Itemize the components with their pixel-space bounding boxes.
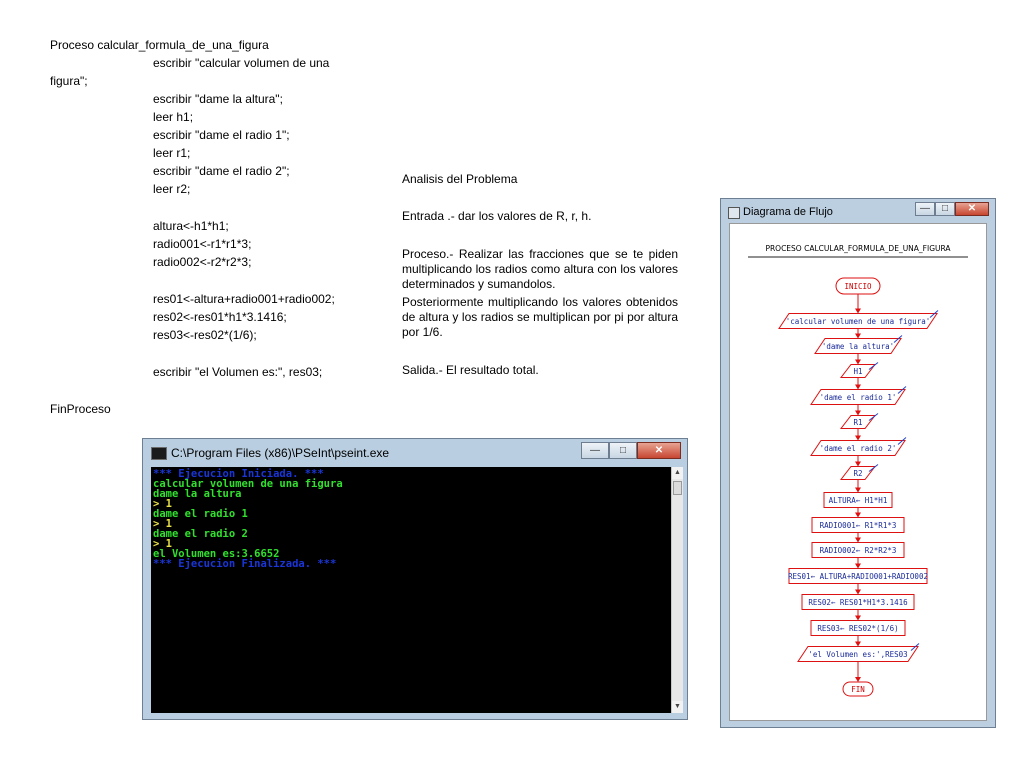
flow-node-label: RADIO001← R1*R1*3 xyxy=(820,521,897,530)
maximize-button[interactable]: □ xyxy=(935,202,955,216)
flow-arrow-head xyxy=(855,308,861,314)
flow-arrow-head xyxy=(855,563,861,569)
flow-node-label: 'calcular volumen de una figura' xyxy=(786,317,931,326)
code-line: Proceso calcular_formula_de_una_figura xyxy=(50,38,269,52)
flow-node-label: 'dame el radio 2' xyxy=(820,444,897,453)
flow-arrow-head xyxy=(855,512,861,518)
code-line: escribir "dame la altura"; xyxy=(153,92,283,106)
scroll-thumb[interactable] xyxy=(673,481,682,495)
flow-arrow-head xyxy=(855,677,861,682)
code-line: leer h1; xyxy=(153,110,194,124)
analysis-heading: Analisis del Problema xyxy=(402,172,518,186)
flowchart-diagram: PROCESO CALCULAR_FORMULA_DE_UNA_FIGURA IN… xyxy=(748,244,968,697)
analysis-further: Posteriormente multiplicando los valores… xyxy=(402,295,678,339)
code-line: FinProceso xyxy=(50,402,111,416)
flow-node-label: RES03← RES02*(1/6) xyxy=(817,624,898,633)
console-output[interactable]: *** Ejecucion Iniciada. *** calcular vol… xyxy=(151,467,671,713)
flow-node-label: 'dame el radio 1' xyxy=(820,393,897,402)
flow-arrow-head xyxy=(855,641,861,647)
console-app-icon xyxy=(151,447,167,460)
close-button[interactable]: ✕ xyxy=(637,442,681,459)
code-line: escribir "dame el radio 2"; xyxy=(153,164,290,178)
code-line: altura<-h1*h1; xyxy=(153,219,229,233)
code-line: escribir "calcular volumen de una xyxy=(153,56,330,70)
minimize-button[interactable]: — xyxy=(915,202,935,216)
flow-arrow-head xyxy=(855,589,861,595)
flow-arrow-head xyxy=(855,435,861,441)
flow-node-label: 'el Volumen es:',RES03 xyxy=(808,650,907,659)
flow-node-label: INICIO xyxy=(844,282,872,291)
console-titlebar[interactable]: C:\Program Files (x86)\PSeInt\pseint.exe… xyxy=(143,439,687,467)
analysis-input: Entrada .- dar los valores de R, r, h. xyxy=(402,209,592,223)
flow-arrow-head xyxy=(855,461,861,467)
flow-node-label: RES01← ALTURA+RADIO001+RADIO002 xyxy=(788,572,928,581)
minimize-button[interactable]: — xyxy=(581,442,609,459)
code-line: res03<-res02*(1/6); xyxy=(153,328,257,342)
flow-arrow-head xyxy=(855,410,861,416)
scroll-up-icon[interactable]: ▲ xyxy=(672,467,683,479)
flow-node-label: R2 xyxy=(853,469,862,478)
diagram-title: PROCESO CALCULAR_FORMULA_DE_UNA_FIGURA xyxy=(765,244,951,253)
code-line: figura"; xyxy=(50,74,88,88)
code-line: escribir "dame el radio 1"; xyxy=(153,128,290,142)
console-line: *** Ejecucion Finalizada. *** xyxy=(153,558,337,570)
flow-node-label: 'dame la altura' xyxy=(822,342,894,351)
flow-arrow-head xyxy=(855,384,861,390)
analysis-process: Proceso.- Realizar las fracciones que se… xyxy=(402,247,678,291)
scroll-down-icon[interactable]: ▼ xyxy=(672,701,683,713)
flow-node-label: RADIO002← R2*R2*3 xyxy=(820,546,897,555)
maximize-button[interactable]: □ xyxy=(609,442,637,459)
flow-node-label: RES02← RES01*H1*3.1416 xyxy=(808,598,908,607)
flow-node-label: ALTURA← H1*H1 xyxy=(829,496,888,505)
flow-arrow-head xyxy=(855,487,861,493)
code-line: res01<-altura+radio001+radio002; xyxy=(153,292,335,306)
console-title: C:\Program Files (x86)\PSeInt\pseint.exe xyxy=(171,446,390,460)
flow-arrow-head xyxy=(855,615,861,621)
analysis-output: Salida.- El resultado total. xyxy=(402,363,539,377)
flowchart-app-icon xyxy=(728,207,740,219)
console-scrollbar[interactable]: ▲ ▼ xyxy=(671,467,683,713)
code-line: leer r1; xyxy=(153,146,191,160)
flow-node-label: R1 xyxy=(853,418,862,427)
code-line: radio001<-r1*r1*3; xyxy=(153,237,252,251)
flow-arrow-head xyxy=(855,537,861,543)
console-window: C:\Program Files (x86)\PSeInt\pseint.exe… xyxy=(142,438,688,720)
flow-node-label: H1 xyxy=(853,367,862,376)
code-line: escribir "el Volumen es:", res03; xyxy=(153,365,323,379)
close-button[interactable]: ✕ xyxy=(955,202,989,216)
flow-arrow-head xyxy=(855,359,861,365)
flow-arrow-head xyxy=(855,333,861,339)
flowchart-canvas: PROCESO CALCULAR_FORMULA_DE_UNA_FIGURA IN… xyxy=(729,223,987,721)
code-line: res02<-res01*h1*3.1416; xyxy=(153,310,287,324)
flowchart-window-title: Diagrama de Flujo xyxy=(743,206,833,218)
flow-node-label: FIN xyxy=(851,685,865,694)
flowchart-window: Diagrama de Flujo — □ ✕ PROCESO CALCULAR… xyxy=(720,198,996,728)
code-line: radio002<-r2*r2*3; xyxy=(153,255,252,269)
code-line: leer r2; xyxy=(153,182,191,196)
